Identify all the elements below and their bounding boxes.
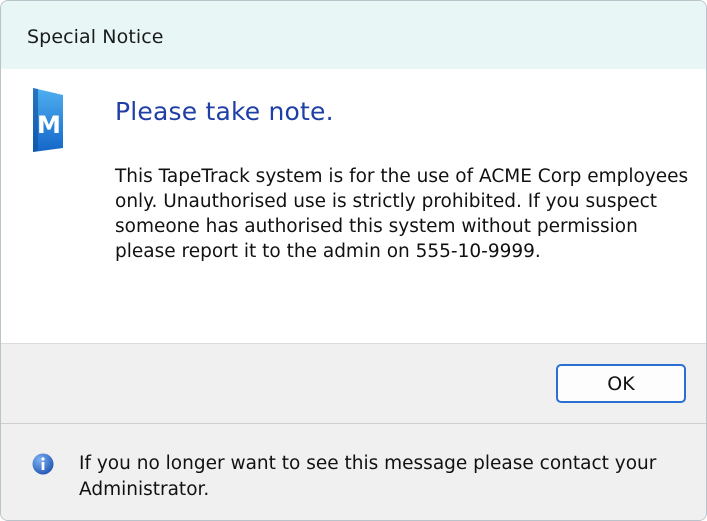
m-app-logo-icon: M — [33, 88, 63, 152]
svg-text:M: M — [37, 111, 61, 139]
title-bar[interactable]: Special Notice — [1, 1, 706, 69]
info-icon — [32, 453, 54, 475]
dialog-window: Special Notice M Please take note. This … — [0, 0, 707, 521]
dialog-heading: Please take note. — [115, 97, 334, 126]
dialog-footer: If you no longer want to see this messag… — [1, 423, 706, 520]
ok-button[interactable]: OK — [556, 364, 686, 403]
window-title: Special Notice — [27, 26, 164, 48]
footer-message: If you no longer want to see this messag… — [79, 453, 657, 500]
dialog-content: M Please take note. This TapeTrack syste… — [1, 69, 706, 343]
dialog-message: This TapeTrack system is for the use of … — [115, 166, 689, 262]
button-bar: OK — [1, 343, 706, 423]
